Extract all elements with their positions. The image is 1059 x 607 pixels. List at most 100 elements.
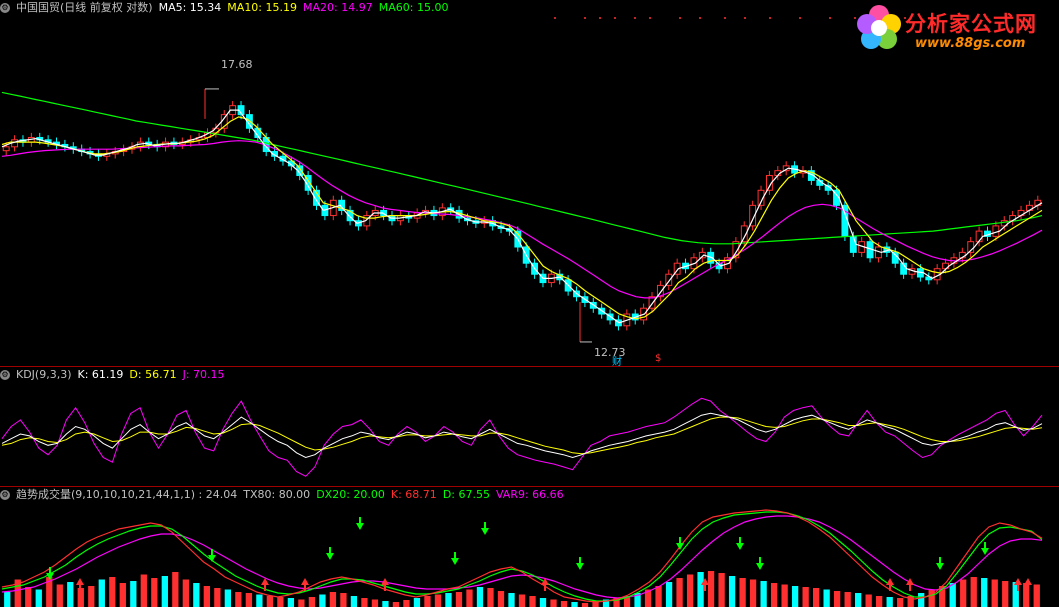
sell-arrow-icon: [451, 558, 459, 565]
site-logo[interactable]: 分析家公式网 www.88gs.com: [853, 2, 1053, 56]
sell-arrow-icon: [936, 563, 944, 570]
volume-bar: [560, 601, 568, 607]
event-dot: [679, 17, 681, 19]
volume-bar: [812, 588, 820, 607]
volume-bar: [413, 598, 421, 607]
volume-bar: [67, 582, 74, 607]
volume-bar: [88, 586, 95, 607]
ma20-label: MA20: 14.97: [303, 1, 373, 14]
event-dot: [554, 17, 556, 19]
buy-arrow-icon: [906, 578, 914, 585]
price-chart[interactable]: [0, 16, 1059, 366]
volume-bar: [245, 593, 253, 607]
volume-bar: [361, 598, 368, 607]
event-dot: [769, 17, 771, 19]
volume-bar: [235, 592, 242, 607]
event-dot: [699, 17, 701, 19]
volume-bar: [749, 579, 757, 607]
sell-arrow-icon: [981, 548, 989, 555]
sell-arrow-icon: [576, 563, 584, 570]
volume-bar: [4, 592, 11, 607]
volume-bar: [665, 582, 673, 607]
volume-bar: [686, 574, 694, 607]
volume-bar: [991, 579, 998, 607]
volume-bar: [172, 572, 179, 607]
volume-bar: [151, 578, 158, 607]
kdj-chart[interactable]: [0, 383, 1059, 485]
volume-bar: [371, 599, 379, 607]
volume-bar: [476, 587, 484, 607]
volume-bar: [445, 593, 452, 607]
volume-bar: [949, 583, 956, 607]
event-dot: [584, 17, 586, 19]
event-dot: [614, 17, 616, 19]
volume-bar: [739, 578, 746, 607]
event-dot: [649, 17, 651, 19]
candle-down: [891, 251, 899, 264]
kdj-title: KDJ(9,3,3): [16, 368, 72, 381]
volume-bar: [791, 586, 799, 607]
tx80-label: TX80: 80.00: [243, 488, 311, 501]
volume-bar: [844, 592, 851, 607]
volume-bar: [56, 584, 63, 607]
volume-bar: [876, 596, 883, 607]
volume-bar: [823, 589, 830, 607]
volume-bar: [424, 596, 431, 607]
gear-circle-icon[interactable]: ⚙: [0, 490, 10, 500]
sell-arrow-icon: [481, 528, 489, 535]
gear-circle-icon[interactable]: ⚙: [0, 3, 10, 13]
volume-bar: [403, 600, 410, 607]
volume-bar: [277, 597, 284, 607]
volume-bar: [781, 584, 788, 607]
gear-circle-icon[interactable]: ⚙: [0, 370, 10, 380]
volume-bar: [193, 583, 200, 607]
trend-k-label: K: 68.71: [390, 488, 437, 501]
kdj-j-label: J: 70.15: [182, 368, 225, 381]
volume-bar: [529, 596, 536, 607]
trend-title: 趋势成交量(9,10,10,10,21,44,1,1) : 24.04: [16, 488, 238, 501]
volume-bar: [109, 577, 116, 607]
volume-bar: [25, 587, 32, 607]
stock-title: 中国国贸(日线 前复权 对数): [16, 1, 153, 14]
volume-bar: [319, 594, 326, 607]
volume-bar: [697, 572, 704, 607]
sell-arrow-icon: [676, 543, 684, 550]
volume-bar: [466, 589, 473, 607]
volume-bar: [119, 583, 126, 607]
buy-arrow-icon: [886, 578, 894, 585]
volume-bar: [886, 597, 893, 607]
volume-bar: [35, 589, 42, 607]
kdj-j-line: [1, 397, 1043, 477]
trend-volume-chart[interactable]: [0, 503, 1059, 607]
volume-bar: [760, 581, 767, 607]
logo-name: 分析家公式网: [905, 12, 1037, 36]
volume-bar: [770, 583, 778, 607]
volume-bar: [340, 593, 347, 607]
flower-logo-icon: [857, 5, 901, 49]
volume-bar: [161, 576, 168, 607]
volume-bar: [434, 594, 442, 607]
volume-bar: [308, 597, 316, 607]
high-marker-label: 17.68: [221, 58, 253, 71]
volume-bar: [455, 592, 463, 607]
ma20-line: [1, 140, 1043, 299]
buy-arrow-icon: [76, 578, 84, 585]
volume-bar: [855, 593, 862, 607]
volume-bar: [203, 586, 210, 607]
kdj-k-label: K: 61.19: [77, 368, 124, 381]
volume-bar: [256, 594, 263, 607]
volume-bar: [550, 599, 557, 607]
volume-bar: [981, 578, 988, 607]
volume-bar: [508, 593, 515, 607]
candle-up: [2, 146, 10, 152]
ma60-line: [1, 91, 1043, 245]
sell-arrow-icon: [326, 553, 334, 560]
candle-up: [975, 230, 983, 243]
kdj-d-label: D: 56.71: [129, 368, 177, 381]
event-dot: [829, 17, 831, 19]
volume-bar: [266, 596, 274, 607]
volume-bar: [214, 588, 221, 607]
event-dot: [744, 17, 746, 19]
volume-bar: [350, 596, 358, 607]
money-marker[interactable]: $: [655, 353, 661, 364]
